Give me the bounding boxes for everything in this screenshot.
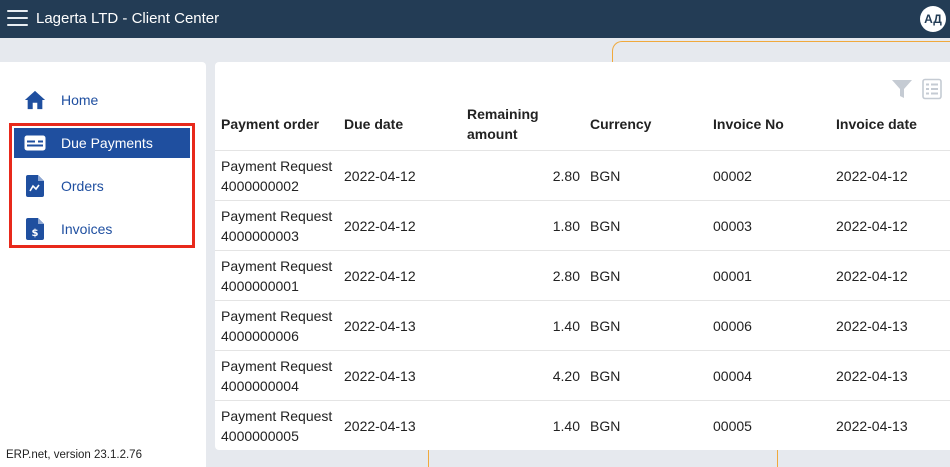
payment-order-number: 4000000006 [221,327,299,344]
sidebar: Home Due Payments Orders $ Invoices ERP.… [0,62,206,467]
currency-cell: BGN [590,367,621,384]
table-row[interactable]: Payment Request 4000000004 2022-04-13 4.20 B… [215,350,950,400]
invoice-document-icon: $ [24,218,46,240]
currency-cell: BGN [590,317,621,334]
invoice-date-cell: 2022-04-13 [836,417,908,434]
column-header-remaining-amount[interactable]: Remaining amount [467,98,557,150]
sidebar-item-label: Orders [61,178,104,194]
column-header-due-date[interactable]: Due date [344,98,403,150]
sidebar-item-home[interactable]: Home [14,85,190,115]
payment-order-name: Payment Request [221,307,333,324]
app-title: Lagerta LTD - Client Center [36,10,220,27]
version-text: ERP.net, version 23.1.2.76 [6,449,142,461]
payment-order-number: 4000000003 [221,227,299,244]
due-date-cell: 2022-04-12 [344,267,416,284]
payment-order-name: Payment Request [221,257,333,274]
sidebar-item-orders[interactable]: Orders [14,171,190,201]
column-header-payment-order[interactable]: Payment order [221,98,319,150]
payment-order-cell: Payment Request 4000000001 [221,251,332,300]
sidebar-item-label: Home [61,92,99,108]
sidebar-item-invoices[interactable]: $ Invoices [14,214,190,244]
due-date-cell: 2022-04-12 [344,217,416,234]
payment-order-name: Payment Request [221,157,333,174]
due-date-cell: 2022-04-12 [344,167,416,184]
payment-order-number: 4000000005 [221,427,299,444]
payment-order-number: 4000000002 [221,177,299,194]
user-avatar[interactable]: АД [920,6,946,32]
currency-cell: BGN [590,167,621,184]
invoice-date-cell: 2022-04-13 [836,317,908,334]
invoice-date-cell: 2022-04-12 [836,217,908,234]
payment-order-name: Payment Request [221,207,333,224]
table-row[interactable]: Payment Request 4000000003 2022-04-12 1.80 B… [215,200,950,250]
invoice-no-cell: 00004 [713,367,752,384]
payment-order-number: 4000000001 [221,277,299,294]
remaining-amount-cell: 1.40 [552,317,580,334]
payment-order-cell: Payment Request 4000000006 [221,301,332,350]
hamburger-menu-icon[interactable] [7,8,28,28]
filter-icon[interactable] [891,78,913,100]
payment-order-name: Payment Request [221,357,333,374]
currency-cell: BGN [590,217,621,234]
column-header-currency[interactable]: Currency [590,98,651,150]
column-list-icon[interactable] [921,78,943,100]
home-icon [24,89,46,111]
sidebar-item-due-payments[interactable]: Due Payments [14,128,190,158]
due-date-cell: 2022-04-13 [344,367,416,384]
sidebar-item-label: Due Payments [61,135,153,151]
currency-cell: BGN [590,417,621,434]
payment-card-icon [24,132,46,154]
column-header-invoice-date[interactable]: Invoice date [836,98,917,150]
invoice-no-cell: 00005 [713,417,752,434]
sidebar-item-label: Invoices [61,221,113,237]
column-header-invoice-no[interactable]: Invoice No [713,98,784,150]
invoice-no-cell: 00001 [713,267,752,284]
top-bar: Lagerta LTD - Client Center АД [0,0,950,38]
invoice-date-cell: 2022-04-12 [836,167,908,184]
invoice-date-cell: 2022-04-12 [836,267,908,284]
due-payments-panel: Payment order Due date Remaining amount … [215,62,950,450]
table-row[interactable]: Payment Request 4000000002 2022-04-12 2.80 B… [215,150,950,200]
payment-order-cell: Payment Request 4000000003 [221,201,332,250]
invoice-no-cell: 00003 [713,217,752,234]
payment-order-cell: Payment Request 4000000005 [221,401,332,450]
table-row[interactable]: Payment Request 4000000001 2022-04-12 2.80 B… [215,250,950,300]
remaining-amount-cell: 4.20 [552,367,580,384]
remaining-amount-cell: 2.80 [552,267,580,284]
table-row[interactable]: Payment Request 4000000006 2022-04-13 1.40 B… [215,300,950,350]
payment-order-number: 4000000004 [221,377,299,394]
svg-text:$: $ [32,228,39,239]
payment-order-cell: Payment Request 4000000004 [221,351,332,400]
invoice-no-cell: 00006 [713,317,752,334]
table-row[interactable]: Payment Request 4000000005 2022-04-13 1.40 B… [215,400,950,450]
remaining-amount-cell: 1.40 [552,417,580,434]
order-document-icon [24,175,46,197]
remaining-amount-cell: 2.80 [552,167,580,184]
invoice-no-cell: 00002 [713,167,752,184]
currency-cell: BGN [590,267,621,284]
remaining-amount-cell: 1.80 [552,217,580,234]
payment-order-name: Payment Request [221,407,333,424]
due-date-cell: 2022-04-13 [344,317,416,334]
payment-order-cell: Payment Request 4000000002 [221,151,332,200]
invoice-date-cell: 2022-04-13 [836,367,908,384]
due-date-cell: 2022-04-13 [344,417,416,434]
